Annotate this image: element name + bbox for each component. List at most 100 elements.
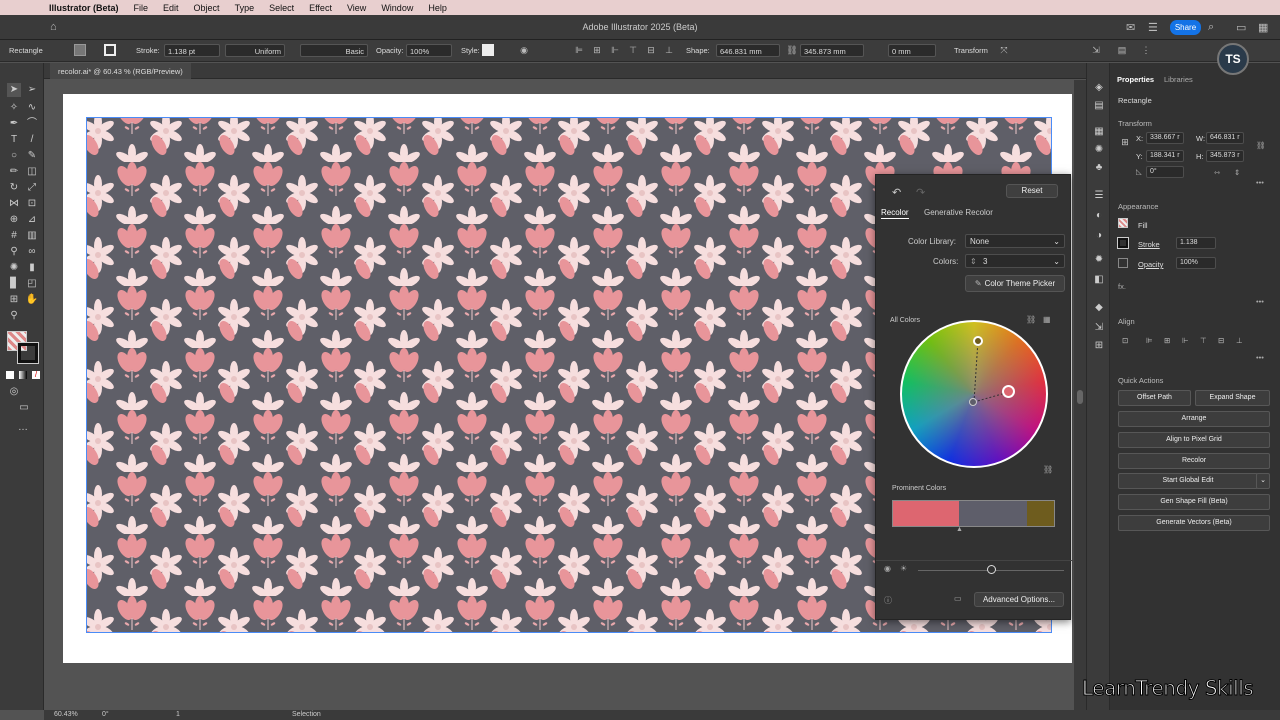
curvature-tool-icon[interactable]: ⌒ (25, 117, 39, 131)
menu-item-effect[interactable]: Effect (309, 3, 332, 13)
more-transform-icon[interactable]: ••• (1256, 178, 1264, 187)
shape-builder-tool-icon[interactable]: ⊕ (7, 213, 21, 227)
prominent-color-gold[interactable] (1026, 501, 1054, 526)
rotation-view[interactable]: 0° (102, 711, 109, 718)
scrollbar-thumb[interactable] (1077, 390, 1083, 404)
menu-item-type[interactable]: Type (235, 3, 255, 13)
color-theme-picker-button[interactable]: ✎ Color Theme Picker (965, 275, 1065, 292)
constrain-link-icon[interactable]: ⛓ (786, 44, 798, 56)
search-icon[interactable]: ⌕ (1208, 21, 1222, 35)
fx-button[interactable]: fx. (1118, 282, 1126, 291)
none-mode-icon[interactable]: / (32, 371, 40, 379)
y-input[interactable]: 188.341 r (1146, 150, 1184, 162)
align-left-panel-icon[interactable]: ⊫ (1146, 336, 1153, 345)
global-edit-options-chevron-icon[interactable]: ⌄ (1256, 473, 1270, 489)
gift-icon[interactable]: ✉ (1126, 21, 1140, 35)
menu-item-select[interactable]: Select (269, 3, 294, 13)
gradient-mode-icon[interactable] (19, 371, 27, 379)
artboards-panel-icon[interactable]: ⇲ (1092, 321, 1106, 335)
rotate-tool-icon[interactable]: ↻ (7, 181, 21, 195)
color-mode-icon[interactable] (6, 371, 14, 379)
align-left-icon[interactable]: ⊫ (573, 44, 585, 56)
width-tool-icon[interactable]: ⋈ (7, 197, 21, 211)
align-hcenter-panel-icon[interactable]: ⊞ (1164, 336, 1170, 345)
offset-path-button[interactable]: Offset Path (1118, 390, 1191, 406)
info-icon[interactable]: ⓘ (884, 595, 892, 606)
prominent-colors-bar[interactable] (892, 500, 1055, 527)
menu-item-window[interactable]: Window (381, 3, 413, 13)
stroke-profile-select[interactable]: Uniform (225, 44, 285, 57)
more-options-icon[interactable]: ⋮ (1140, 44, 1152, 56)
gen-shape-fill-button[interactable]: Gen Shape Fill (Beta) (1118, 494, 1270, 510)
transform-button[interactable]: Transform (954, 46, 988, 55)
eraser-tool-icon[interactable]: ◫ (25, 165, 39, 179)
brush-select[interactable]: Basic (300, 44, 368, 57)
document-tab[interactable]: recolor.ai* @ 60.43 % (RGB/Preview) (50, 63, 191, 79)
workspace-icon[interactable]: ▦ (1258, 21, 1272, 35)
align-right-icon[interactable]: ⊩ (609, 44, 621, 56)
x-input[interactable]: 338.667 r (1146, 132, 1184, 144)
brightness-slider-handle[interactable] (987, 565, 996, 574)
mesh-tool-icon[interactable]: # (7, 229, 21, 243)
menu-item-edit[interactable]: Edit (163, 3, 179, 13)
properties-panel-icon[interactable]: ◈ (1092, 81, 1106, 95)
arrange-documents-icon[interactable]: ▭ (1236, 21, 1250, 35)
unlink-harmony-icon[interactable]: ⛓ (1043, 465, 1053, 474)
opacity-label-link[interactable]: Opacity (1138, 260, 1163, 269)
transparency-panel-icon[interactable]: ◑ (1092, 229, 1106, 243)
align-center-icon[interactable]: ⊞ (591, 44, 603, 56)
direct-selection-tool-icon[interactable]: ➢ (25, 83, 39, 97)
generate-vectors-button[interactable]: Generate Vectors (Beta) (1118, 515, 1270, 531)
align-middle-icon[interactable]: ⊟ (645, 44, 657, 56)
stroke-label-link[interactable]: Stroke (1138, 240, 1160, 249)
recolor-artwork-icon[interactable]: ◉ (518, 44, 530, 56)
hand-tool-icon[interactable]: ✋ (25, 293, 39, 307)
stroke-panel-icon[interactable]: ☰ (1092, 189, 1106, 203)
graphic-style-swatch[interactable] (482, 44, 494, 56)
line-tool-icon[interactable]: / (25, 133, 39, 147)
w-input[interactable]: 646.831 r (1206, 132, 1244, 144)
draw-mode-icon[interactable]: ◎ (7, 385, 21, 399)
pen-tool-icon[interactable]: ✒ (7, 117, 21, 131)
fill-swatch-icon[interactable] (74, 44, 86, 56)
magic-wand-tool-icon[interactable]: ✧ (7, 101, 21, 115)
gradient-tool-icon[interactable]: ▥ (25, 229, 39, 243)
expand-shape-button[interactable]: Expand Shape (1195, 390, 1270, 406)
folder-icon[interactable]: ▭ (954, 594, 962, 603)
align-right-panel-icon[interactable]: ⊩ (1182, 336, 1189, 345)
corner-radius-input[interactable]: 0 mm (888, 44, 936, 57)
menu-item-file[interactable]: File (134, 3, 149, 13)
prominent-slider-handle[interactable]: ▲ (956, 526, 963, 533)
libraries-panel-icon[interactable]: ▤ (1092, 99, 1106, 113)
symbols-panel-icon[interactable]: ♣ (1092, 161, 1106, 175)
undo-icon[interactable]: ↶ (892, 186, 901, 199)
shape-width-input[interactable]: 646.831 mm (716, 44, 780, 57)
links-panel-icon[interactable]: ⊞ (1092, 339, 1106, 353)
arrange-icon[interactable]: ▤ (1116, 44, 1128, 56)
tab-libraries[interactable]: Libraries (1164, 75, 1193, 84)
constrain-proportions-icon[interactable]: ⛓ (1256, 141, 1266, 150)
stepper-icon[interactable]: ⇕ (970, 257, 977, 266)
start-global-edit-button[interactable]: Start Global Edit (1118, 473, 1258, 489)
menu-item-view[interactable]: View (347, 3, 366, 13)
color-marker-pink[interactable] (1002, 385, 1015, 398)
layers-panel-icon[interactable]: ◆ (1092, 301, 1106, 315)
more-tools-icon[interactable]: … (16, 421, 30, 435)
redo-icon[interactable]: ↷ (916, 186, 925, 199)
fill-swatch[interactable] (1118, 218, 1128, 228)
align-bottom-panel-icon[interactable]: ⊥ (1236, 336, 1243, 345)
align-to-icon[interactable]: ⊡ (1122, 336, 1128, 345)
reference-point-icon[interactable]: ⊞ (1118, 135, 1132, 149)
prominent-color-gray[interactable] (959, 501, 1027, 526)
zoom-tool-icon[interactable]: ⚲ (7, 309, 21, 323)
slice-tool-icon[interactable]: ◰ (25, 277, 39, 291)
perspective-grid-tool-icon[interactable]: ⊿ (25, 213, 39, 227)
stroke-color-icon[interactable] (17, 342, 39, 364)
swatches-panel-icon[interactable]: ▦ (1092, 125, 1106, 139)
menu-item-help[interactable]: Help (428, 3, 447, 13)
pencil-tool-icon[interactable]: ✏ (7, 165, 21, 179)
eyedropper-tool-icon[interactable]: ⚲ (7, 245, 21, 259)
prominent-color-pink[interactable] (893, 501, 959, 526)
artboard-number[interactable]: 1 (176, 711, 180, 718)
flip-horizontal-icon[interactable]: ⇿ (1214, 168, 1220, 177)
